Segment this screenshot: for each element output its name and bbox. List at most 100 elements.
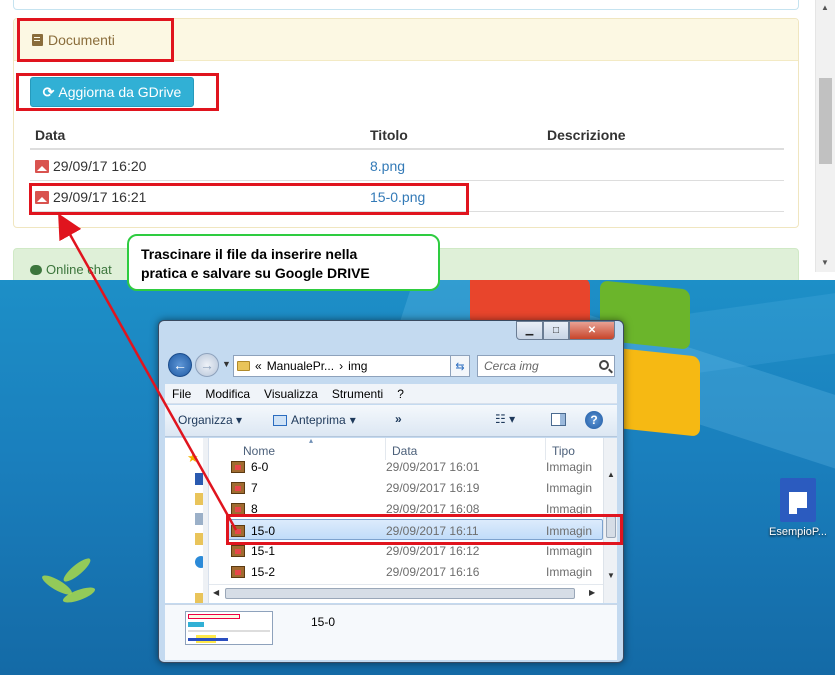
menu-bar: File Modifica Visualizza Strumenti ? (165, 384, 617, 404)
file-type: Immagin (546, 460, 593, 474)
minimize-button[interactable]: ▁ (516, 321, 543, 340)
details-pane: 15-0 (165, 604, 617, 660)
scroll-up-arrow-icon[interactable]: ▲ (821, 3, 829, 12)
recent-pages-dropdown-icon[interactable]: ▼ (222, 359, 231, 369)
folder-icon (237, 361, 250, 371)
scroll-down-arrow-icon[interactable]: ▼ (607, 571, 615, 580)
command-toolbar: Organizza ▾ Anteprima ▾ » ☷ ▾ ? (165, 405, 617, 437)
column-header-date[interactable]: Data (35, 127, 65, 143)
file-explorer-window[interactable]: ▁ □ ✕ ← → ▼ « ManualePr... › img ▼ ⇆ Cer… (158, 320, 624, 663)
scroll-right-arrow-icon[interactable]: ▶ (589, 588, 595, 597)
more-commands-button[interactable]: » (395, 412, 402, 426)
menu-help[interactable]: ? (390, 384, 411, 403)
forward-arrow-icon: → (200, 357, 214, 373)
file-type: Immagin (546, 544, 593, 558)
row-date-cell: 29/09/17 16:20 (35, 158, 146, 174)
file-type: Immagin (546, 565, 593, 579)
image-thumbnail-icon (231, 566, 245, 578)
file-name: 6-0 (251, 460, 269, 474)
scroll-thumb[interactable] (225, 588, 575, 599)
highlight-box-documents (17, 18, 174, 62)
navigation-pane[interactable]: ★ (165, 438, 209, 603)
scroll-down-arrow-icon[interactable]: ▼ (821, 258, 829, 267)
chevron-down-icon: ▾ (349, 413, 356, 427)
file-date: 29/09/2017 16:19 (386, 481, 480, 495)
refresh-button[interactable]: ⇆ (450, 355, 470, 377)
file-row[interactable]: 6-0 29/09/2017 16:01 Immagin (209, 456, 603, 477)
column-header-description[interactable]: Descrizione (547, 127, 626, 143)
preview-button[interactable]: Anteprima ▾ (273, 413, 356, 427)
forward-button[interactable]: → (195, 353, 219, 377)
page-scrollbar[interactable]: ▲ ▼ (815, 0, 835, 272)
file-date: 29/09/2017 16:01 (386, 460, 480, 474)
scroll-up-arrow-icon[interactable]: ▲ (607, 470, 615, 479)
file-row[interactable]: 7 29/09/2017 16:19 Immagin (209, 477, 603, 498)
organize-button[interactable]: Organizza ▾ (178, 413, 242, 427)
leaf (60, 555, 94, 585)
preview-pane-toggle-icon[interactable] (551, 413, 566, 426)
address-bar[interactable]: « ManualePr... › img ▼ (233, 355, 467, 377)
instruction-callout: Trascinare il file da inserire nella pra… (127, 234, 440, 291)
menu-view[interactable]: Visualizza (257, 384, 325, 403)
preview-label: Anteprima (291, 413, 346, 427)
menu-edit[interactable]: Modifica (198, 384, 257, 403)
file-name: 15-1 (251, 544, 276, 558)
close-button[interactable]: ✕ (569, 321, 615, 340)
back-button[interactable]: ← (168, 353, 192, 377)
search-icon[interactable] (599, 360, 609, 370)
maximize-button[interactable]: □ (543, 321, 569, 340)
help-icon[interactable]: ? (585, 411, 603, 429)
file-type: Immagin (546, 481, 593, 495)
chevron-down-icon: ▾ (236, 413, 243, 427)
callout-line-1: Trascinare il file da inserire nella (141, 246, 358, 262)
image-thumbnail-icon (231, 545, 245, 557)
bamboo-decoration (39, 555, 100, 620)
file-name: 15-2 (251, 565, 276, 579)
file-name: 7 (251, 481, 258, 495)
chat-title-label: Online chat (46, 262, 112, 277)
table-header-row: Data Titolo Descrizione (30, 119, 784, 150)
file-date: 29/09/2017 16:12 (386, 544, 480, 558)
file-row[interactable]: 15-2 29/09/2017 16:16 Immagin (209, 561, 603, 582)
file-date: 29/09/2017 16:16 (386, 565, 480, 579)
document-app-icon (780, 478, 816, 522)
file-thumbnail-preview (185, 611, 273, 645)
highlight-box-gdrive-button (16, 73, 219, 111)
address-prefix[interactable]: « (255, 359, 262, 373)
file-link[interactable]: 8.png (370, 158, 405, 174)
column-header-title[interactable]: Titolo (370, 127, 408, 143)
address-segment[interactable]: ManualePr... (267, 359, 334, 373)
desktop-file-icon[interactable]: EsempioP... (758, 478, 835, 538)
window-titlebar[interactable]: ▁ □ ✕ (159, 321, 623, 351)
search-input[interactable]: Cerca img (477, 355, 615, 377)
preview-icon (273, 414, 287, 426)
desktop-icon-label: EsempioP... (769, 526, 827, 538)
scroll-left-arrow-icon[interactable]: ◀ (213, 588, 219, 597)
image-file-icon (35, 159, 49, 173)
scroll-thumb[interactable] (819, 78, 832, 164)
refresh-arrows-icon: ⇆ (455, 360, 465, 373)
horizontal-scrollbar[interactable]: ◀ ▶ (209, 584, 603, 603)
chat-title[interactable]: Online chat (30, 262, 112, 277)
previous-panel (13, 0, 799, 10)
callout-line-2: pratica e salvare su Google DRIVE (141, 265, 370, 281)
address-segment[interactable]: img (348, 359, 367, 373)
image-thumbnail-icon (231, 482, 245, 494)
highlight-box-uploaded-file (29, 183, 469, 215)
search-placeholder: Cerca img (484, 359, 539, 373)
menu-tools[interactable]: Strumenti (325, 384, 390, 403)
row-date: 29/09/17 16:20 (53, 158, 147, 174)
sort-ascending-icon: ▴ (309, 438, 314, 445)
chat-icon (30, 264, 42, 275)
details-file-name: 15-0 (311, 615, 336, 629)
table-row: 29/09/17 16:20 8.png (30, 150, 784, 181)
favorites-star-icon[interactable]: ★ (187, 450, 199, 465)
back-arrow-icon: ← (173, 357, 187, 373)
address-separator[interactable]: › (339, 359, 343, 373)
menu-file[interactable]: File (165, 384, 198, 403)
highlight-box-selected-file (226, 514, 623, 545)
organize-label: Organizza (178, 413, 233, 427)
image-thumbnail-icon (231, 461, 245, 473)
address-row: ← → ▼ « ManualePr... › img ▼ ⇆ Cerca img (165, 353, 617, 379)
change-view-button[interactable]: ☷ ▾ (495, 412, 515, 426)
